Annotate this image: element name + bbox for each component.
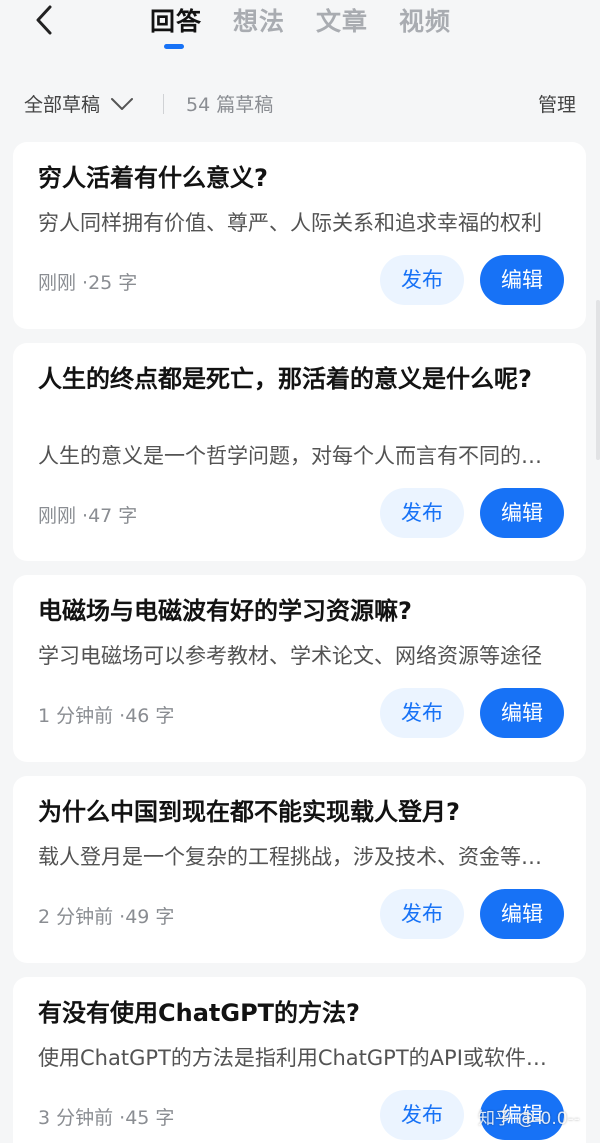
- draft-title: 穷人活着有什么意义?: [38, 164, 268, 192]
- draft-meta: 2 分钟前 ·49 字: [38, 906, 175, 928]
- draft-title: 电磁场与电磁波有好的学习资源嘛?: [38, 597, 412, 625]
- draft-filter-label: 全部草稿: [24, 94, 101, 116]
- publish-button[interactable]: 发布: [380, 488, 464, 538]
- draft-card[interactable]: 为什么中国到现在都不能实现载人登月? 载人登月是一个复杂的工程挑战，涉及技术、资…: [13, 776, 586, 963]
- draft-title: 人生的终点都是死亡，那活着的意义是什么呢?: [38, 365, 532, 393]
- draft-excerpt: 使用ChatGPT的方法是指利用ChatGPT的API或软件工具: [38, 1046, 553, 1070]
- publish-button[interactable]: 发布: [380, 889, 464, 939]
- publish-button[interactable]: 发布: [380, 255, 464, 305]
- draft-meta: 3 分钟前 ·45 字: [38, 1107, 175, 1129]
- draft-excerpt: 载人登月是一个复杂的工程挑战，涉及技术、资金等多方面: [38, 845, 553, 869]
- top-bar: 回答 想法 文章 视频: [0, 0, 600, 70]
- chevron-down-icon: [100, 94, 134, 116]
- draft-excerpt: 人生的意义是一个哲学问题，对每个人而言有不同的答案: [38, 444, 553, 468]
- active-tab-indicator: [164, 44, 184, 49]
- draft-card[interactable]: 人生的终点都是死亡，那活着的意义是什么呢? 人生的意义是一个哲学问题，对每个人而…: [13, 343, 586, 561]
- draft-excerpt: 穷人同样拥有价值、尊严、人际关系和追求幸福的权利: [38, 211, 542, 235]
- draft-title: 有没有使用ChatGPT的方法?: [38, 999, 360, 1027]
- draft-card[interactable]: 穷人活着有什么意义? 穷人同样拥有价值、尊严、人际关系和追求幸福的权利 刚刚 ·…: [13, 142, 586, 329]
- filter-bar: 全部草稿 54 篇草稿 管理: [0, 80, 600, 126]
- back-button[interactable]: [26, 2, 66, 38]
- filter-divider: [163, 94, 164, 114]
- tab-videos[interactable]: 视频: [399, 2, 451, 38]
- edit-button[interactable]: 编辑: [480, 255, 564, 305]
- tab-articles[interactable]: 文章: [316, 2, 368, 38]
- draft-meta: 1 分钟前 ·46 字: [38, 705, 175, 727]
- edit-button[interactable]: 编辑: [480, 889, 564, 939]
- tab-answers[interactable]: 回答: [150, 2, 202, 38]
- manage-button[interactable]: 管理: [538, 90, 576, 117]
- draft-card[interactable]: 电磁场与电磁波有好的学习资源嘛? 学习电磁场可以参考教材、学术论文、网络资源等途…: [13, 575, 586, 762]
- edit-button[interactable]: 编辑: [480, 688, 564, 738]
- scrollbar[interactable]: [596, 300, 600, 460]
- chevron-left-icon: [26, 2, 66, 38]
- tab-ideas[interactable]: 想法: [233, 2, 285, 38]
- draft-count: 54 篇草稿: [186, 94, 274, 116]
- draft-title: 为什么中国到现在都不能实现载人登月?: [38, 798, 460, 826]
- draft-meta: 刚刚 ·25 字: [38, 272, 138, 294]
- watermark: 知乎 @-0.0--: [478, 1109, 580, 1129]
- publish-button[interactable]: 发布: [380, 688, 464, 738]
- publish-button[interactable]: 发布: [380, 1090, 464, 1140]
- draft-meta: 刚刚 ·47 字: [38, 505, 138, 527]
- draft-excerpt: 学习电磁场可以参考教材、学术论文、网络资源等途径: [38, 644, 542, 668]
- edit-button[interactable]: 编辑: [480, 488, 564, 538]
- draft-filter-dropdown[interactable]: 全部草稿: [24, 90, 134, 117]
